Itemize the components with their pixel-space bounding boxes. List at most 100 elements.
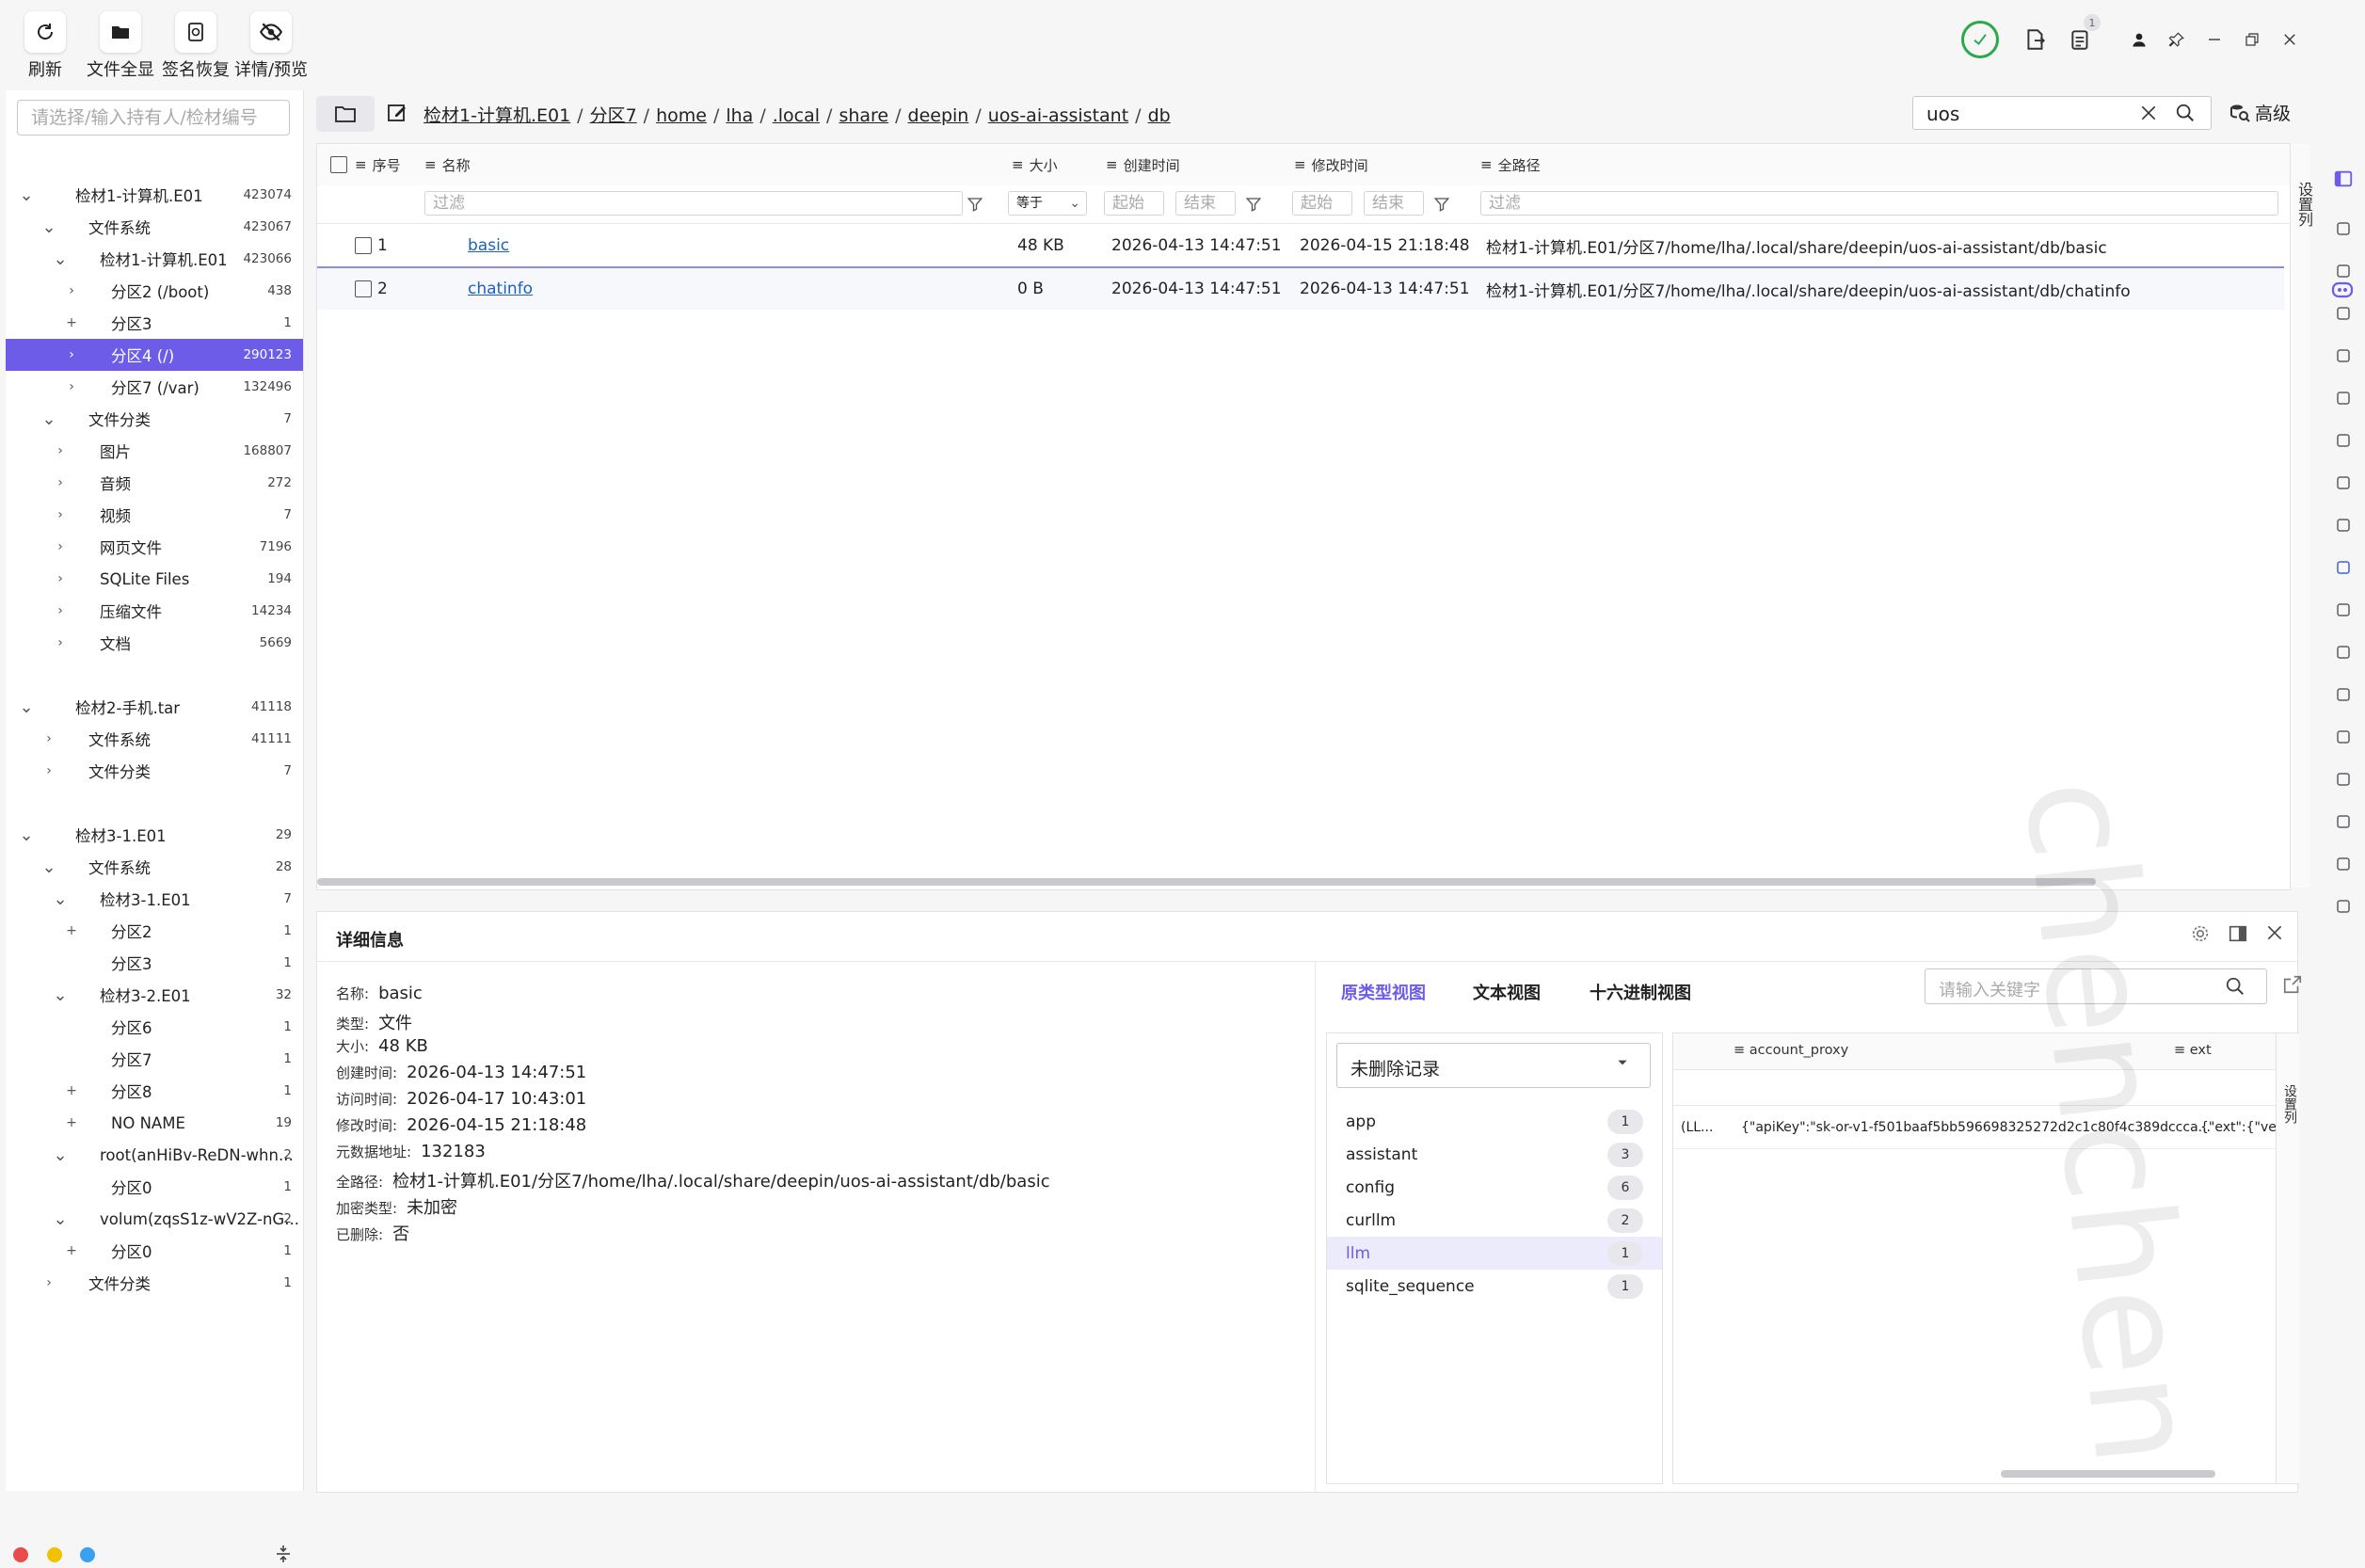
chevron-down-icon[interactable]: ⌄	[41, 857, 56, 877]
expand-plus-icon[interactable]: +	[64, 1083, 79, 1098]
header-index[interactable]: ≡ 序号	[355, 144, 401, 185]
modified-end-input[interactable]: 结束	[1364, 191, 1424, 216]
bulb-icon[interactable]	[2334, 770, 2353, 789]
copy-icon[interactable]	[2334, 431, 2353, 450]
tree-node[interactable]: + 分区3 1	[6, 307, 303, 339]
sqlite-table-item[interactable]: app 1	[1327, 1105, 1662, 1138]
created-start-input[interactable]: 起始	[1104, 191, 1164, 216]
list-icon[interactable]	[2334, 219, 2353, 238]
header-size[interactable]: ≡ 大小	[1012, 144, 1058, 185]
chevron-right-icon[interactable]: ›	[53, 443, 68, 458]
folder-view-button[interactable]	[316, 96, 375, 132]
open-external-icon[interactable]	[2282, 974, 2303, 999]
split-view-icon[interactable]	[2228, 923, 2248, 948]
tab-text-view[interactable]: 文本视图	[1473, 980, 1541, 1004]
tree-node[interactable]: › 文件分类 7	[6, 755, 303, 787]
tree-node[interactable]: 分区3 1	[6, 947, 303, 979]
user-icon[interactable]	[2131, 31, 2148, 48]
row-checkbox[interactable]	[355, 237, 372, 254]
tools-icon[interactable]	[2334, 558, 2353, 577]
document-icon[interactable]	[2334, 262, 2353, 280]
chevron-down-icon[interactable]: ⌄	[19, 697, 34, 717]
path-filter-input[interactable]: 过滤	[1480, 191, 2278, 216]
chevron-right-icon[interactable]: ›	[53, 475, 68, 490]
chevron-right-icon[interactable]: ›	[53, 603, 68, 618]
archive-icon[interactable]	[2334, 643, 2353, 662]
compass-icon[interactable]	[2334, 897, 2353, 916]
tab-hex-view[interactable]: 十六进制视图	[1590, 980, 1691, 1004]
tree-node[interactable]: › 网页文件 7196	[6, 531, 303, 563]
chevron-down-icon[interactable]: ⌄	[53, 1145, 68, 1165]
sqlite-table-item[interactable]: config 6	[1327, 1171, 1662, 1204]
tree-node[interactable]: › 分区4 (/) 290123	[6, 339, 303, 371]
breadcrumb-item[interactable]: deepin	[908, 105, 969, 126]
tree-node[interactable]: + 分区2 1	[6, 915, 303, 947]
created-end-input[interactable]: 结束	[1175, 191, 1236, 216]
expand-plus-icon[interactable]: +	[64, 923, 79, 938]
breadcrumb-item[interactable]: .local	[773, 105, 820, 126]
tree-node[interactable]: 分区6 1	[6, 1011, 303, 1043]
restore-icon[interactable]	[2244, 31, 2261, 48]
search-icon[interactable]	[2175, 103, 2196, 127]
grid-scrollbar[interactable]	[2001, 1470, 2215, 1478]
breadcrumb-item[interactable]: 检材1-计算机.E01	[423, 105, 570, 126]
export-icon[interactable]	[2023, 27, 2048, 52]
link-icon[interactable]	[2334, 685, 2353, 704]
breadcrumb-item[interactable]: share	[839, 105, 888, 126]
horizontal-scrollbar[interactable]	[317, 878, 2096, 886]
tree-node[interactable]: ⌄ 检材3-2.E01 32	[6, 979, 303, 1011]
chevron-down-icon[interactable]: ⌄	[41, 409, 56, 429]
header-full-path[interactable]: ≡ 全路径	[1480, 144, 1541, 185]
chevron-right-icon[interactable]: ›	[53, 571, 68, 586]
chevron-right-icon[interactable]: ›	[53, 539, 68, 554]
column-settings-strip[interactable]: 设置列	[2290, 144, 2313, 888]
signature-recovery-button[interactable]: 签名恢复	[156, 6, 235, 85]
created-filter-icon[interactable]	[1245, 196, 1262, 216]
file-search-box[interactable]: uos	[1912, 96, 2212, 130]
tree-node[interactable]: ⌄ volum(zqsS1z-wV2Z-nG... 2	[6, 1203, 303, 1235]
breadcrumb-item[interactable]: db	[1148, 105, 1171, 126]
clock-icon[interactable]	[2334, 728, 2353, 746]
tree-node[interactable]: 分区7 1	[6, 1043, 303, 1075]
edit-path-icon[interactable]	[386, 102, 408, 128]
tab-native-view[interactable]: 原类型视图	[1341, 980, 1426, 1004]
tree-node[interactable]: ⌄ 检材3-1.E01 7	[6, 883, 303, 915]
header-modified[interactable]: ≡ 修改时间	[1294, 144, 1368, 185]
panel-toggle-icon[interactable]	[2325, 160, 2362, 198]
chevron-right-icon[interactable]: ›	[53, 507, 68, 522]
chevron-down-icon[interactable]: ⌄	[41, 217, 56, 237]
terminal-icon[interactable]	[2334, 473, 2353, 492]
chevron-right-icon[interactable]: ›	[64, 283, 79, 298]
chevron-right-icon[interactable]: ›	[53, 635, 68, 650]
close-details-icon[interactable]	[2265, 923, 2284, 946]
chevron-down-icon[interactable]: ⌄	[53, 889, 68, 909]
ranking-icon[interactable]	[2334, 812, 2353, 831]
chevron-down-icon[interactable]: ⌄	[19, 825, 34, 845]
header-created[interactable]: ≡ 创建时间	[1106, 144, 1180, 185]
chevron-down-icon[interactable]: ⌄	[53, 249, 68, 269]
tree-node[interactable]: › 图片 168807	[6, 435, 303, 467]
file-name-link[interactable]: basic	[468, 236, 509, 255]
modified-start-input[interactable]: 起始	[1292, 191, 1352, 216]
breadcrumb-item[interactable]: 分区7	[590, 105, 637, 126]
show-all-files-button[interactable]: 文件全显	[81, 6, 160, 85]
tree-node[interactable]: › 文件分类 1	[6, 1267, 303, 1299]
expand-plus-icon[interactable]: +	[64, 315, 79, 330]
advanced-search-button[interactable]: 高级	[2229, 100, 2291, 125]
tree-node[interactable]: ⌄ 检材1-计算机.E01 423074	[6, 179, 303, 211]
size-filter-select[interactable]: 等于 ⌄	[1008, 191, 1087, 216]
keyword-search-icon[interactable]	[2225, 976, 2245, 1000]
evidence-search-input[interactable]: 请选择/输入持有人/检材编号	[17, 100, 290, 136]
tree-node[interactable]: 分区0 1	[6, 1171, 303, 1203]
chevron-down-icon[interactable]: ⌄	[19, 185, 34, 205]
tree-node[interactable]: ⌄ 检材1-计算机.E01 423066	[6, 243, 303, 275]
tree-node[interactable]: + NO NAME 19	[6, 1107, 303, 1139]
tree-node[interactable]: + 分区8 1	[6, 1075, 303, 1107]
sqlite-table-item[interactable]: curllm 2	[1327, 1204, 1662, 1237]
tree-node[interactable]: ⌄ 文件系统 28	[6, 851, 303, 883]
status-ok-icon[interactable]	[1961, 21, 1999, 58]
close-icon[interactable]	[2281, 31, 2298, 48]
grid-icon[interactable]	[2334, 346, 2353, 365]
modified-filter-icon[interactable]	[1433, 196, 1450, 216]
chevron-right-icon[interactable]: ›	[41, 1275, 56, 1290]
